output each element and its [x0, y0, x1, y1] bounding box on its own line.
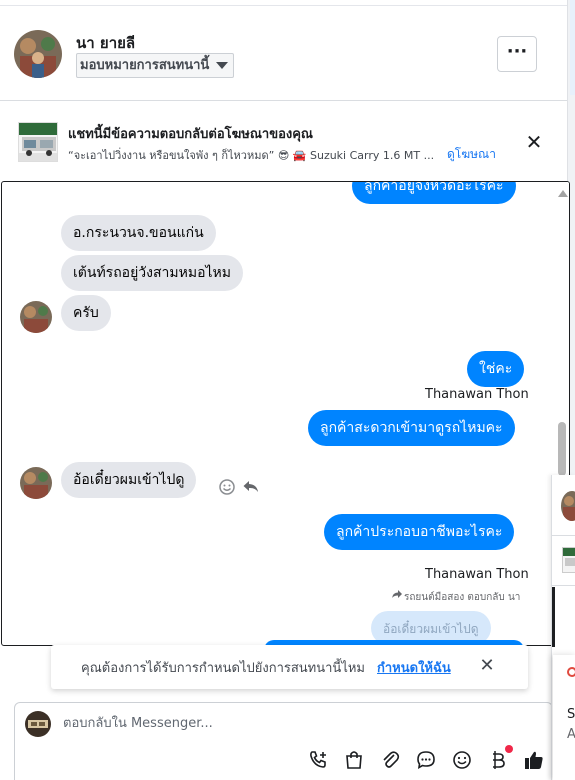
more-icon: ··· [506, 41, 528, 62]
contact-avatar-small [20, 301, 52, 333]
contact-avatar-small [20, 467, 52, 499]
ad-thumbnail[interactable] [18, 122, 58, 162]
sender-name: Thanawan Thon [425, 387, 529, 402]
message-thread[interactable]: ลูกค้าอยู่จังหวัดอะไรคะ อ.กระนวนจ.ขอนแก่… [1, 181, 570, 646]
caret-down-icon [216, 62, 229, 69]
scroll-up-arrow-icon[interactable] [558, 190, 568, 197]
reply-context-label: รถยนต์มือสอง ตอบกลับ นา [404, 592, 521, 603]
close-icon[interactable]: ✕ [479, 656, 495, 676]
side-card-letter: A [567, 727, 575, 742]
assign-to-me-banner: คุณต้องการได้รับการกำหนดไปยังการสนทนานี้… [51, 645, 528, 689]
side-conversation-panel: S A [551, 475, 575, 780]
side-avatar[interactable] [561, 491, 575, 521]
emoji-icon[interactable] [451, 749, 473, 771]
message-composer [14, 702, 553, 780]
call-add-icon[interactable] [307, 749, 329, 771]
assign-to-me-link[interactable]: กำหนดให้ฉัน [377, 657, 451, 678]
side-border-accent [552, 587, 555, 647]
incoming-message: ครับ [61, 295, 111, 331]
incoming-message: อ้อเดี๋ยวผมเข้าไปดู [61, 462, 197, 498]
assign-dropdown-label: มอบหมายการสนทนานี้ [80, 58, 210, 73]
more-options-button[interactable]: ··· [497, 36, 537, 72]
reply-message-input[interactable] [63, 712, 443, 734]
contact-name: นา ยายลี [76, 34, 136, 52]
forward-arrow-icon [392, 590, 402, 598]
side-card-letter: S [567, 707, 575, 722]
app-window: นา ยายลี มอบหมายการสนทนานี้ ··· แชทนี้มี… [0, 0, 575, 780]
outgoing-message: ลูกค้าสะดวกเข้ามาดูรถไหมคะ [308, 410, 515, 446]
baht-icon[interactable] [487, 749, 509, 771]
notification-dot [505, 745, 513, 753]
outgoing-message: ใช่คะ [467, 351, 525, 387]
incoming-message: เต้นท์รถอยู่วังสามหมอไหม [61, 255, 243, 291]
view-ad-link[interactable]: ดูโฆษณา [447, 145, 496, 164]
close-icon[interactable]: ✕ [524, 132, 544, 152]
contact-avatar[interactable] [14, 30, 62, 78]
side-divider [552, 535, 575, 536]
side-ad-thumbnail[interactable] [562, 547, 575, 573]
outgoing-message: ลูกค้าประกอบอาชีพอะไรคะ [324, 514, 515, 550]
thumbs-up-icon[interactable] [523, 749, 545, 771]
outgoing-message: ลูกค้าอยู่จังหวัดอะไรคะ [352, 182, 516, 204]
side-popup-card: S A [553, 655, 575, 780]
paperclip-icon[interactable] [379, 749, 401, 771]
scrollbar-thumb[interactable] [558, 422, 566, 476]
record-icon [567, 667, 575, 677]
chat-bubble-icon[interactable] [415, 749, 437, 771]
conversation-header: นา ยายลี มอบหมายการสนทนานี้ ··· [0, 6, 567, 101]
right-edge-accent [570, 0, 575, 95]
assign-conversation-dropdown[interactable]: มอบหมายการสนทนานี้ [76, 53, 235, 78]
assign-prompt-text: คุณต้องการได้รับการกำหนดไปยังการสนทนานี้… [81, 661, 365, 676]
ad-notice-subtitle: “จะเอาไปวิ่งงาน หรือขนใจพัง ๆ ก็ไหวหมด” … [68, 149, 435, 162]
side-divider [552, 585, 575, 586]
ad-reply-notice: แชทนี้มีข้อความตอบกลับต่อโฆษณาของคุณ “จะ… [0, 102, 567, 180]
shopping-bag-icon[interactable] [343, 749, 365, 771]
sender-name: Thanawan Thon [425, 567, 529, 582]
ad-notice-title: แชทนี้มีข้อความตอบกลับต่อโฆษณาของคุณ [68, 127, 313, 142]
reply-icon[interactable] [242, 478, 260, 496]
incoming-message: อ.กระนวนจ.ขอนแก่น [61, 215, 216, 251]
page-avatar [25, 711, 51, 737]
smiley-icon[interactable] [218, 478, 236, 496]
